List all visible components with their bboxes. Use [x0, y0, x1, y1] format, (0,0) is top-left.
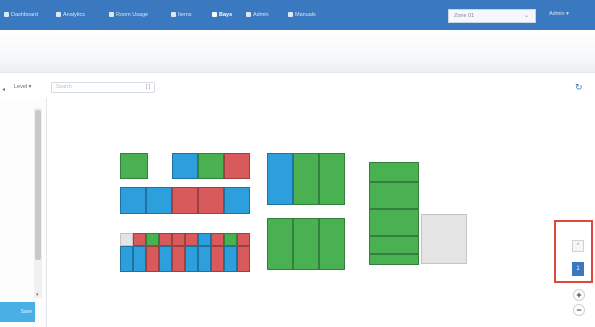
level-up-button[interactable]: ^	[572, 240, 584, 252]
bay-cell[interactable]	[369, 254, 419, 265]
bay-cell[interactable]	[369, 209, 419, 236]
bay-cell[interactable]	[120, 246, 133, 272]
bay-cell[interactable]	[133, 233, 146, 246]
bay-cell[interactable]	[133, 246, 146, 272]
bay-cell[interactable]	[421, 214, 467, 264]
bay-cell[interactable]	[146, 233, 159, 246]
bay-cell[interactable]	[172, 246, 185, 272]
bay-cell[interactable]	[319, 153, 345, 205]
bay-cell[interactable]	[198, 153, 224, 179]
bay-cell[interactable]	[237, 246, 250, 272]
bay-cell[interactable]	[159, 233, 172, 246]
bay-cell[interactable]	[172, 233, 185, 246]
bay-cell[interactable]	[146, 187, 172, 214]
bay-cell[interactable]	[120, 153, 148, 179]
bay-map	[0, 0, 595, 327]
bay-cell[interactable]	[211, 246, 224, 272]
bay-cell[interactable]	[267, 218, 293, 270]
bay-cell[interactable]	[293, 218, 319, 270]
bay-cell[interactable]	[120, 233, 133, 246]
zoom-out-button[interactable]: −	[573, 304, 585, 316]
zoom-in-button[interactable]: +	[573, 289, 585, 301]
bay-cell[interactable]	[172, 153, 198, 179]
bay-cell[interactable]	[224, 187, 250, 214]
bay-cell[interactable]	[224, 153, 250, 179]
bay-cell[interactable]	[319, 218, 345, 270]
bay-cell[interactable]	[120, 187, 146, 214]
bay-cell[interactable]	[369, 162, 419, 182]
bay-cell[interactable]	[293, 153, 319, 205]
bay-cell[interactable]	[369, 236, 419, 254]
bay-cell[interactable]	[369, 182, 419, 209]
bay-cell[interactable]	[211, 233, 224, 246]
bay-cell[interactable]	[224, 246, 237, 272]
bay-cell[interactable]	[146, 246, 159, 272]
bay-cell[interactable]	[198, 187, 224, 214]
bay-cell[interactable]	[172, 187, 198, 214]
bay-cell[interactable]	[198, 246, 211, 272]
bay-cell[interactable]	[185, 233, 198, 246]
bay-cell[interactable]	[185, 246, 198, 272]
bay-cell[interactable]	[159, 246, 172, 272]
level-selected-button[interactable]: 1	[572, 262, 584, 276]
bay-cell[interactable]	[237, 233, 250, 246]
bay-cell[interactable]	[224, 233, 237, 246]
bay-cell[interactable]	[267, 153, 293, 205]
bay-cell[interactable]	[198, 233, 211, 246]
